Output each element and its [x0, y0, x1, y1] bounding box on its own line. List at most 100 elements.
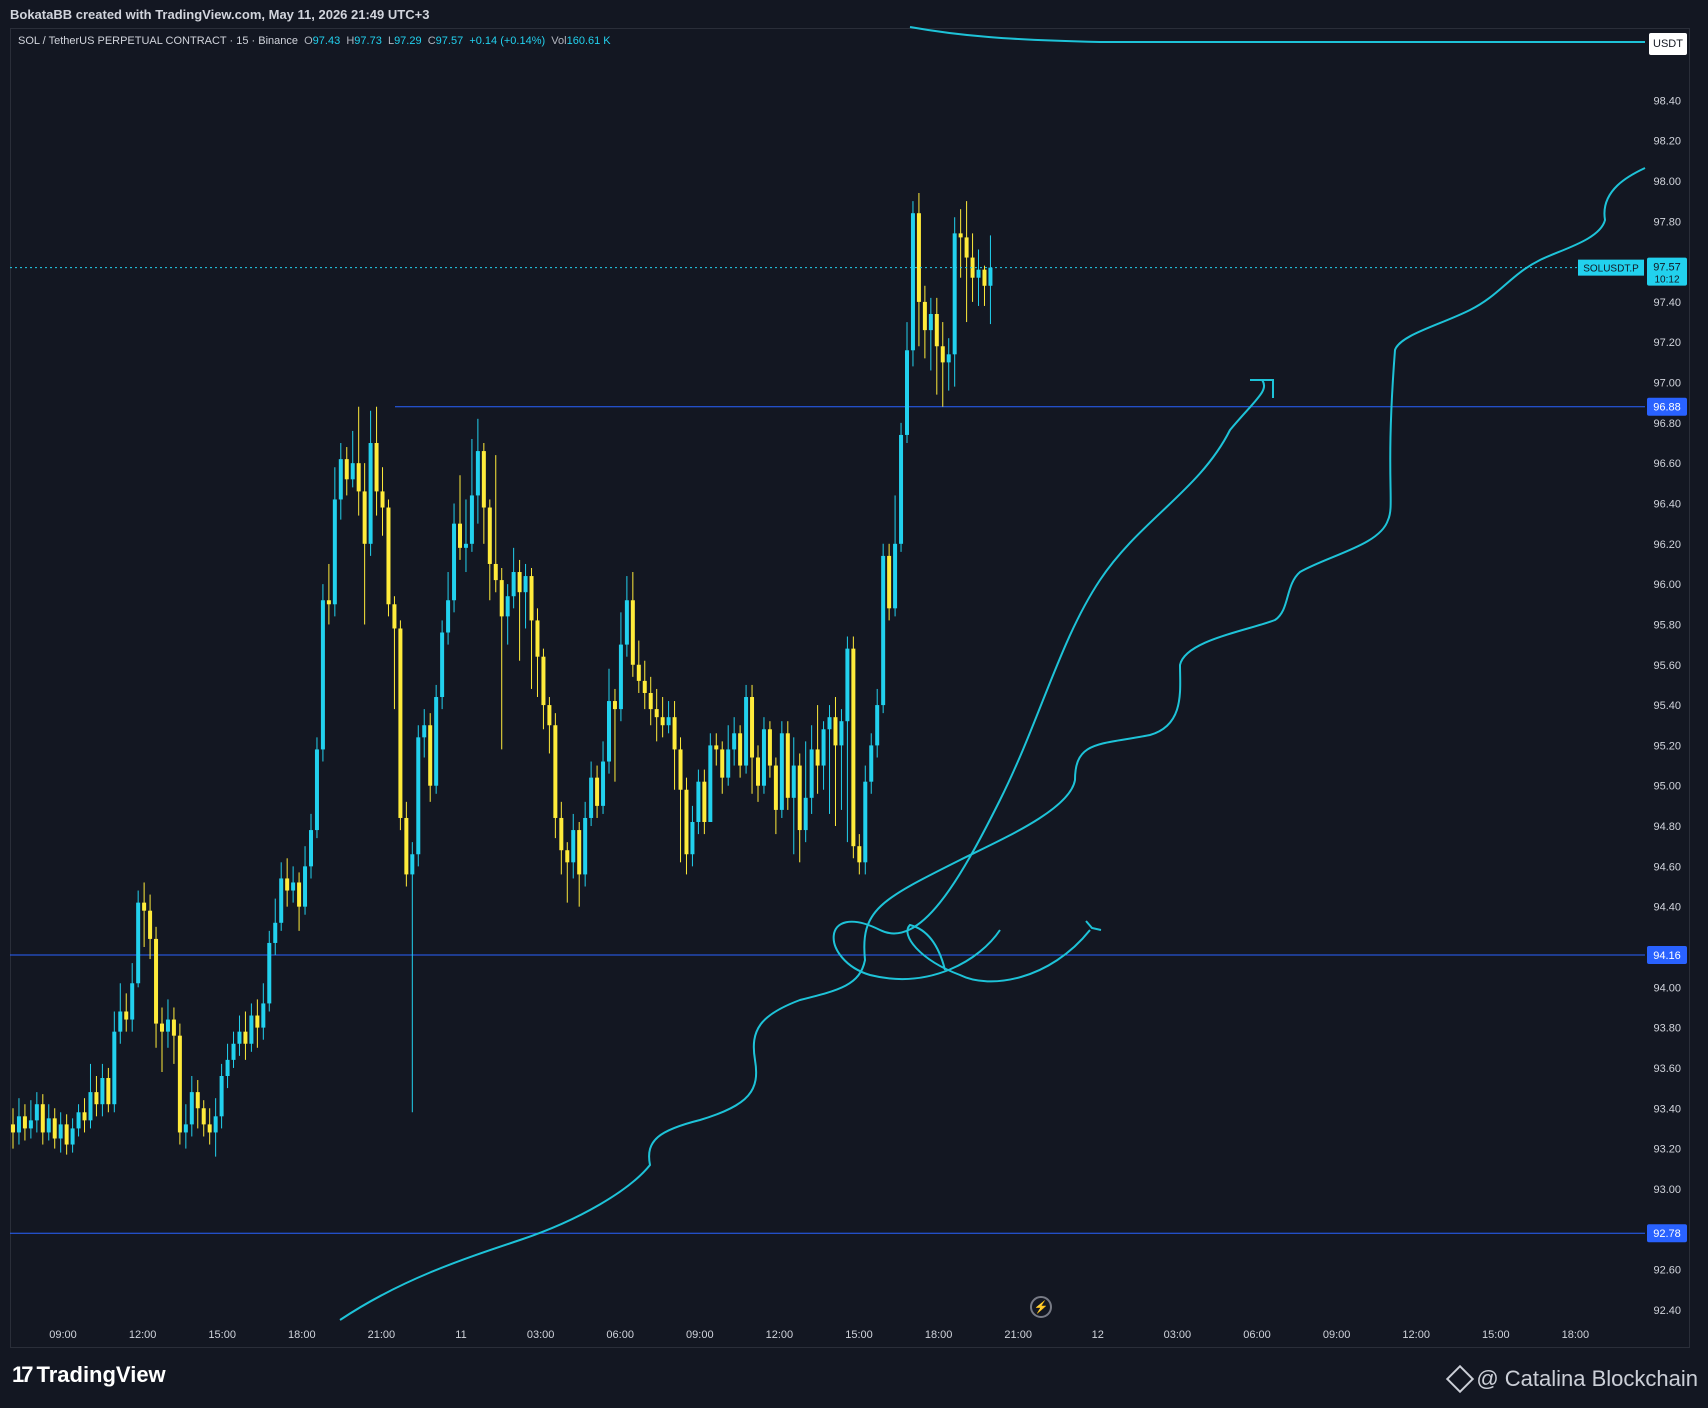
candle-body [28, 1120, 33, 1129]
candle-body [392, 604, 397, 629]
y-tick-label: 93.40 [1653, 1103, 1681, 1115]
candle-body [553, 725, 558, 818]
candle-body [577, 830, 582, 875]
candle-body [857, 846, 862, 863]
x-tick-label: 12:00 [766, 1329, 794, 1341]
y-tick-label: 96.00 [1653, 579, 1681, 591]
x-tick-label: 06:00 [606, 1329, 634, 1341]
candle-body [34, 1104, 39, 1121]
tradingview-logo[interactable]: 17 TradingView [12, 1362, 166, 1388]
candle-body [255, 1015, 260, 1028]
candle-body [630, 600, 635, 665]
candle-body [690, 822, 695, 855]
x-tick-label: 09:00 [49, 1329, 77, 1341]
x-tick-label: 12:00 [129, 1329, 157, 1341]
candle-body [261, 1003, 266, 1028]
candle-body [112, 1031, 117, 1105]
candle-body [219, 1076, 224, 1117]
candle-body [928, 314, 933, 331]
candle-body [195, 1092, 200, 1109]
candle-body [237, 1031, 242, 1044]
candle-body [380, 491, 385, 508]
y-tick-label: 97.80 [1653, 216, 1681, 228]
candle-body [756, 757, 760, 786]
watermark-text: @ Catalina Blockchain [1476, 1366, 1698, 1391]
candle-body [297, 882, 302, 907]
candle-body [881, 555, 886, 706]
y-tick-label: 94.80 [1653, 821, 1681, 833]
y-tick-label: 96.80 [1653, 418, 1681, 430]
x-tick-label: 12 [1092, 1329, 1104, 1341]
binance-square-icon [1446, 1364, 1475, 1394]
candle-body [642, 680, 647, 693]
y-tick-label: 94.00 [1653, 982, 1681, 994]
candle-body [607, 701, 611, 762]
candle-body [46, 1118, 51, 1133]
candle-body [404, 817, 409, 875]
candle-body [976, 269, 981, 278]
y-tick-label: 98.20 [1653, 136, 1681, 148]
candle-body [273, 922, 278, 943]
time-axis: 09:00 12:00 15:00 18:00 21:00 11 03:00 06:00 09:… [49, 1329, 1589, 1341]
price-chart[interactable]: 92.40 92.60 93.00 93.20 93.40 93.60 93.80 94.00… [0, 0, 1708, 1408]
x-tick-label: 18:00 [1562, 1329, 1590, 1341]
candle-body [988, 267, 993, 286]
candle-body [529, 576, 534, 621]
y-tick-label: 95.80 [1653, 619, 1681, 631]
lightning-icon[interactable]: ⚡ [1030, 1296, 1052, 1318]
y-tick-label: 93.80 [1653, 1023, 1681, 1035]
candle-body [809, 749, 814, 798]
candle-body [636, 664, 641, 681]
candle-body [499, 580, 504, 617]
projection-arrow-1-head [1250, 379, 1274, 398]
candle-body [696, 781, 701, 822]
candle-body [82, 1112, 87, 1121]
candle-body [326, 600, 331, 605]
y-tick-label: 92.60 [1653, 1265, 1681, 1277]
candle-body [177, 1035, 182, 1133]
symbol-legend[interactable]: SOL / TetherUS PERPETUAL CONTRACT · 15 ·… [18, 35, 611, 47]
candle-body [344, 459, 349, 480]
candle-body [165, 1019, 170, 1032]
x-tick-label: 03:00 [1164, 1329, 1192, 1341]
y-tick-label: 93.00 [1653, 1184, 1681, 1196]
x-tick-label: 09:00 [686, 1329, 714, 1341]
candle-body [440, 632, 445, 698]
candle-body [916, 213, 921, 302]
x-tick-label: 11 [455, 1329, 466, 1341]
horizontal-levels [10, 406, 1645, 1234]
low-value: 97.29 [394, 35, 422, 47]
candle-body [356, 463, 361, 492]
x-tick-label: 03:00 [527, 1329, 555, 1341]
candle-body [827, 717, 832, 730]
level-label: 92.78 [1653, 1228, 1681, 1240]
candle-body [279, 878, 284, 923]
candle-body [458, 523, 462, 548]
candle-body [612, 701, 617, 710]
x-tick-label: 15:00 [845, 1329, 873, 1341]
candle-body [767, 729, 772, 766]
candle-body [70, 1128, 75, 1145]
trend-curve [339, 167, 1646, 1321]
candle-body [595, 777, 600, 806]
x-tick-label: 12:00 [1402, 1329, 1430, 1341]
candle-body [136, 902, 141, 984]
candle-body [124, 1011, 129, 1020]
candle-body [523, 576, 528, 593]
candle-body [624, 600, 629, 645]
x-tick-label: 06:00 [1243, 1329, 1271, 1341]
currency-selector[interactable]: USDT [1649, 33, 1687, 55]
y-tick-label: 98.00 [1653, 176, 1681, 188]
candle-body [285, 878, 290, 891]
moving-average-line [909, 26, 1645, 43]
candle-body [463, 543, 468, 548]
candle-body [309, 830, 313, 867]
candle-body [481, 451, 486, 508]
candle-body [738, 733, 743, 766]
candle-body [785, 733, 790, 798]
candle-body [267, 942, 272, 1004]
candle-body [803, 797, 808, 831]
candle-body [118, 1011, 123, 1032]
candle-body [291, 882, 296, 891]
candle-body [160, 1023, 164, 1032]
